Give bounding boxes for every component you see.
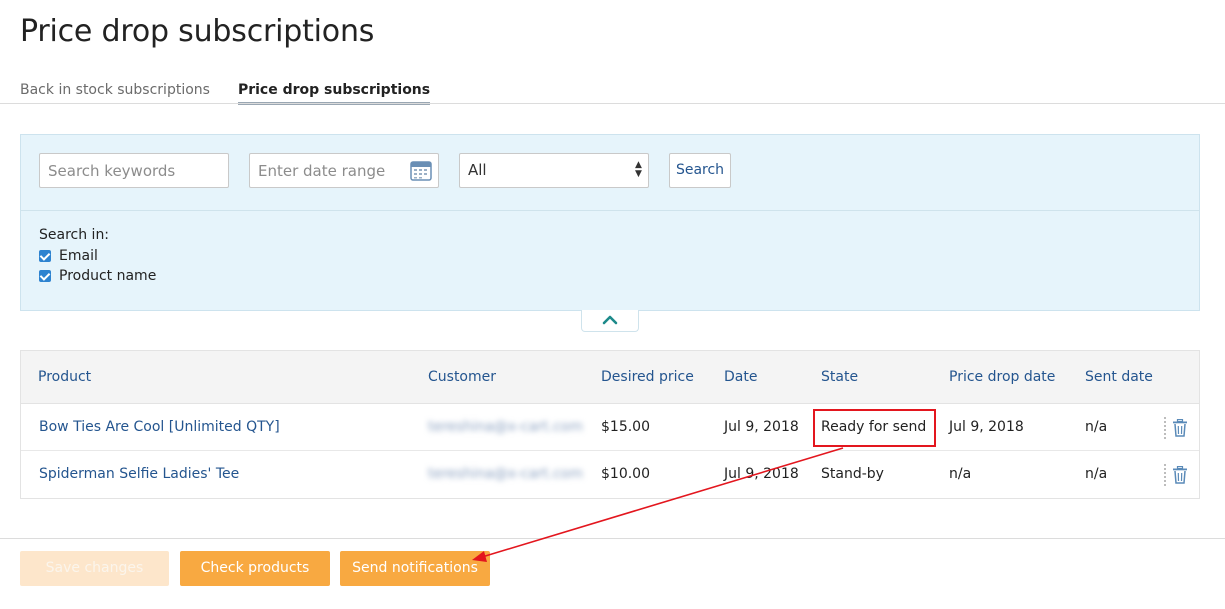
customer-email: tereshina@x-cart.com	[428, 419, 583, 435]
sent-date: n/a	[1085, 419, 1108, 435]
desired-price: $10.00	[601, 466, 650, 482]
row-actions	[1164, 464, 1188, 486]
tabs-bar: Back in stock subscriptions Price drop s…	[20, 82, 431, 105]
row-actions	[1164, 417, 1188, 439]
product-link[interactable]: Spiderman Selfie Ladies' Tee	[39, 466, 239, 482]
search-in-label: Search in:	[39, 227, 110, 243]
column-header-price-drop-date[interactable]: Price drop date	[949, 369, 1055, 385]
panel-divider	[21, 210, 1199, 211]
state-select[interactable]: All	[459, 153, 649, 188]
desired-price: $15.00	[601, 419, 650, 435]
customer-email: tereshina@x-cart.com	[428, 466, 583, 482]
chevron-up-icon	[602, 315, 618, 325]
drag-handle-icon[interactable]	[1164, 464, 1166, 486]
sent-date: n/a	[1085, 466, 1108, 482]
price-drop-date: n/a	[949, 466, 972, 482]
check-products-button[interactable]: Check products	[180, 551, 330, 586]
email-checkbox[interactable]	[39, 250, 51, 262]
collapse-filters-button[interactable]	[581, 310, 639, 332]
tabs-divider	[0, 103, 1225, 104]
select-arrows-icon: ▲ ▼	[635, 160, 642, 179]
product-name-checkbox-row[interactable]: Product name	[39, 266, 156, 286]
save-changes-button[interactable]: Save changes	[20, 551, 169, 586]
email-checkbox-label: Email	[59, 248, 98, 264]
table-row: Bow Ties Are Cool [Unlimited QTY] teresh…	[21, 404, 1199, 451]
footer-divider	[0, 538, 1225, 539]
trash-icon[interactable]	[1172, 419, 1188, 437]
column-header-date[interactable]: Date	[724, 369, 757, 385]
column-header-state[interactable]: State	[821, 369, 858, 385]
state: Stand-by	[821, 466, 884, 482]
product-name-checkbox-label: Product name	[59, 268, 157, 284]
column-header-desired-price[interactable]: Desired price	[601, 369, 694, 385]
subscriptions-table: Product Customer Desired price Date Stat…	[20, 350, 1200, 499]
column-header-sent-date[interactable]: Sent date	[1085, 369, 1153, 385]
search-in-group: Search in: Email Product name	[39, 227, 156, 286]
price-drop-date: Jul 9, 2018	[949, 419, 1024, 435]
drag-handle-icon[interactable]	[1164, 417, 1166, 439]
send-notifications-button[interactable]: Send notifications	[340, 551, 490, 586]
annotation-highlight-box	[813, 409, 936, 447]
calendar-icon[interactable]	[410, 159, 432, 181]
column-header-customer[interactable]: Customer	[428, 369, 496, 385]
table-header: Product Customer Desired price Date Stat…	[21, 351, 1199, 404]
search-keywords-input[interactable]	[39, 153, 229, 188]
table-row: Spiderman Selfie Ladies' Tee tereshina@x…	[21, 451, 1199, 498]
trash-icon[interactable]	[1172, 466, 1188, 484]
tab-price-drop[interactable]: Price drop subscriptions	[237, 82, 431, 105]
column-header-product[interactable]: Product	[38, 369, 91, 385]
page-title: Price drop subscriptions	[20, 14, 375, 49]
product-link[interactable]: Bow Ties Are Cool [Unlimited QTY]	[39, 419, 280, 435]
tab-back-in-stock[interactable]: Back in stock subscriptions	[20, 82, 210, 105]
search-button[interactable]: Search	[669, 153, 731, 188]
product-name-checkbox[interactable]	[39, 270, 51, 282]
email-checkbox-row[interactable]: Email	[39, 246, 156, 266]
subscription-date: Jul 9, 2018	[724, 466, 799, 482]
filter-panel: All ▲▼ Search Search in: Email Product n…	[20, 134, 1200, 311]
subscription-date: Jul 9, 2018	[724, 419, 799, 435]
